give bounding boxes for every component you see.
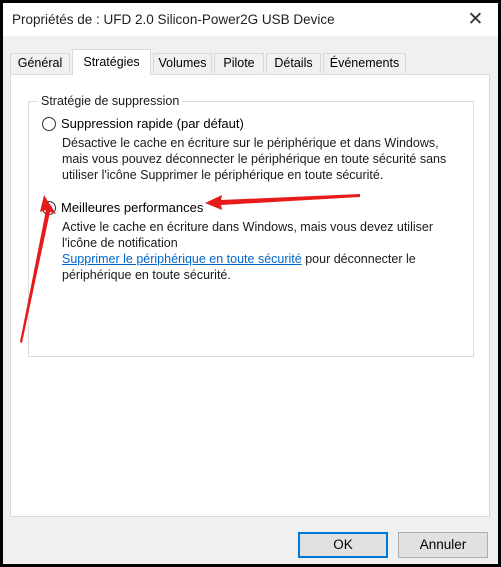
tab-evenements[interactable]: Événements <box>323 53 406 73</box>
option-better-performance-description: Active le cache en écriture dans Windows… <box>62 219 467 283</box>
window-title: Propriétés de : UFD 2.0 Silicon-Power2G … <box>12 12 335 27</box>
radio-unchecked-icon[interactable] <box>42 116 56 131</box>
description-text: Active le cache en écriture dans Windows… <box>62 220 433 250</box>
removal-policy-group: Stratégie de suppression Suppression rap… <box>28 94 474 357</box>
option-quick-removal-description: Désactive le cache en écriture sur le pé… <box>62 136 447 182</box>
radio-checked-icon[interactable] <box>42 200 56 215</box>
close-button[interactable]: ✕ <box>453 3 498 36</box>
safe-removal-link[interactable]: Supprimer le périphérique en toute sécur… <box>62 252 302 266</box>
option-better-performance[interactable]: Meilleures performances <box>42 200 203 215</box>
tab-volumes[interactable]: Volumes <box>153 53 212 73</box>
dialog-footer: OK Annuler <box>3 517 498 564</box>
tab-pilote[interactable]: Pilote <box>214 53 264 73</box>
properties-dialog: Propriétés de : UFD 2.0 Silicon-Power2G … <box>3 3 498 564</box>
close-icon: ✕ <box>467 9 484 30</box>
title-bar: Propriétés de : UFD 2.0 Silicon-Power2G … <box>3 3 498 36</box>
cancel-button[interactable]: Annuler <box>398 532 488 558</box>
group-legend: Stratégie de suppression <box>38 94 183 108</box>
ok-button[interactable]: OK <box>298 532 388 558</box>
option-quick-removal[interactable]: Suppression rapide (par défaut) <box>42 116 244 131</box>
option-better-performance-label: Meilleures performances <box>61 200 204 215</box>
tab-details[interactable]: Détails <box>266 53 321 73</box>
tab-strategies[interactable]: Stratégies <box>72 49 151 75</box>
tab-panel-strategies: Stratégie de suppression Suppression rap… <box>10 74 490 517</box>
tab-general[interactable]: Général <box>10 53 70 73</box>
option-quick-removal-label: Suppression rapide (par défaut) <box>61 116 244 131</box>
